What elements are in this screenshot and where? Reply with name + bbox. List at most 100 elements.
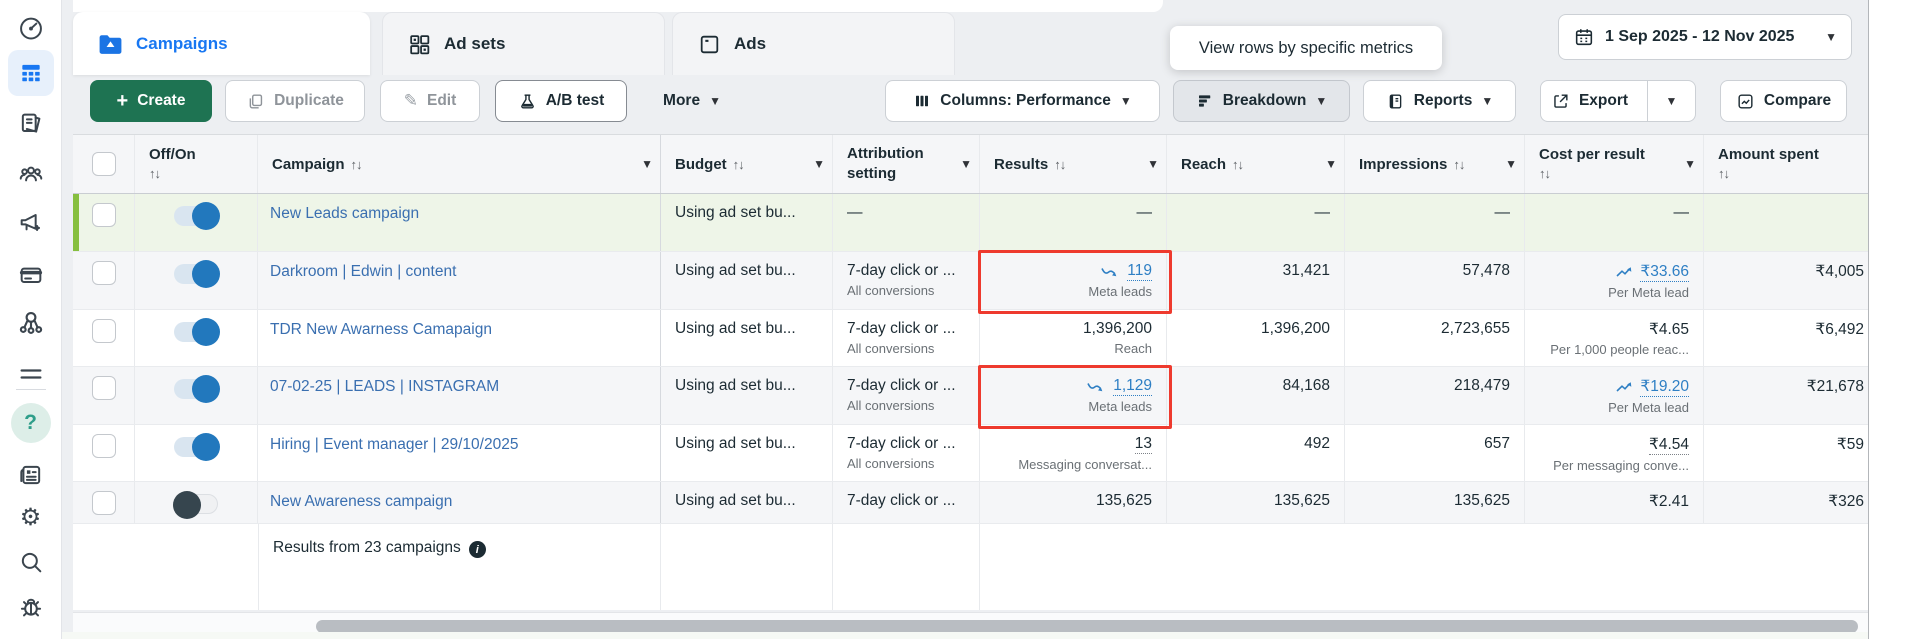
chevron-down-icon[interactable]: ▼ bbox=[641, 157, 653, 171]
chevron-down-icon[interactable]: ▼ bbox=[813, 157, 825, 171]
campaign-name-link[interactable]: New Awareness campaign bbox=[258, 482, 452, 511]
campaign-name-link[interactable]: Darkroom | Edwin | content bbox=[258, 252, 456, 281]
horizontal-scrollbar-track[interactable] bbox=[73, 612, 1868, 632]
adsets-grid-icon bbox=[407, 32, 432, 57]
attribution-sub: All conversions bbox=[833, 280, 979, 298]
results-value[interactable]: 13 bbox=[1135, 435, 1152, 454]
cost-per-result-value[interactable]: ₹33.66 bbox=[1640, 262, 1689, 282]
cost-per-result-sub: Per Meta lead bbox=[1525, 282, 1703, 300]
campaign-toggle[interactable] bbox=[174, 206, 218, 226]
news-icon[interactable] bbox=[16, 460, 46, 490]
campaign-name-link[interactable]: New Leads campaign bbox=[258, 194, 419, 223]
campaign-toggle[interactable] bbox=[174, 494, 218, 514]
column-header-off-on[interactable]: Off/On↑↓ bbox=[135, 135, 258, 193]
row-checkbox[interactable] bbox=[92, 261, 116, 285]
campaign-toggle[interactable] bbox=[174, 437, 218, 457]
billing-card-icon[interactable] bbox=[16, 260, 46, 290]
budget-value: Using ad set bu... bbox=[661, 310, 832, 338]
compare-button[interactable]: Compare bbox=[1720, 80, 1847, 122]
cost-per-result-value[interactable]: ₹4.54 bbox=[1649, 435, 1689, 455]
top-white-strip bbox=[73, 0, 1163, 12]
breakdown-button[interactable]: Breakdown ▼ bbox=[1173, 80, 1350, 122]
row-checkbox[interactable] bbox=[92, 491, 116, 515]
chevron-down-icon[interactable]: ▼ bbox=[1684, 157, 1696, 171]
date-range-picker[interactable]: 1 Sep 2025 - 12 Nov 2025 ▼ bbox=[1558, 14, 1852, 60]
campaign-toggle[interactable] bbox=[174, 379, 218, 399]
bug-icon[interactable] bbox=[16, 592, 46, 622]
create-button[interactable]: + Create bbox=[90, 80, 212, 122]
gear-icon[interactable]: ⚙ bbox=[16, 502, 46, 532]
search-icon[interactable] bbox=[16, 547, 46, 577]
chevron-down-icon: ▼ bbox=[709, 94, 721, 108]
pages-icon[interactable] bbox=[16, 109, 46, 139]
duplicate-button[interactable]: Duplicate bbox=[225, 80, 365, 122]
column-header-reach[interactable]: Reach↑↓ ▼ bbox=[1167, 135, 1345, 193]
row-checkbox[interactable] bbox=[92, 203, 116, 227]
tab-adsets[interactable]: Ad sets bbox=[382, 12, 665, 75]
campaign-name-link[interactable]: Hiring | Event manager | 29/10/2025 bbox=[258, 425, 518, 454]
column-header-budget[interactable]: Budget↑↓ ▼ bbox=[661, 135, 833, 193]
reach-value: — bbox=[1167, 194, 1344, 222]
column-header-campaign[interactable]: Campaign↑↓ ▼ bbox=[258, 135, 661, 193]
table-row[interactable]: New Awareness campaign Using ad set bu..… bbox=[73, 482, 1868, 524]
campaign-name-link[interactable]: TDR New Awarness Camapaign bbox=[258, 310, 492, 339]
tab-adsets-label: Ad sets bbox=[444, 34, 505, 54]
audiences-icon[interactable] bbox=[16, 159, 46, 189]
assets-hierarchy-icon[interactable] bbox=[15, 307, 47, 339]
table-row[interactable]: TDR New Awarness Camapaign Using ad set … bbox=[73, 310, 1868, 367]
tab-ads[interactable]: Ads bbox=[672, 12, 955, 75]
amount-spent-value: ₹326 bbox=[1704, 482, 1868, 511]
table-row[interactable]: 07-02-25 | LEADS | INSTAGRAM Using ad se… bbox=[73, 367, 1868, 425]
reach-value: 135,625 bbox=[1167, 482, 1344, 510]
row-checkbox[interactable] bbox=[92, 319, 116, 343]
export-button[interactable]: Export bbox=[1541, 81, 1638, 121]
sort-icon: ↑↓ bbox=[1539, 166, 1645, 182]
table-header-row: Off/On↑↓ Campaign↑↓ ▼ Budget↑↓ ▼ Attribu… bbox=[73, 135, 1868, 194]
flask-icon bbox=[518, 92, 537, 111]
impressions-value: 218,479 bbox=[1345, 367, 1524, 395]
chevron-down-icon[interactable]: ▼ bbox=[960, 157, 972, 171]
breakdown-icon bbox=[1196, 92, 1214, 110]
column-header-impressions[interactable]: Impressions↑↓ ▼ bbox=[1345, 135, 1525, 193]
column-header-attribution[interactable]: Attributionsetting ▼ bbox=[833, 135, 980, 193]
row-checkbox[interactable] bbox=[92, 434, 116, 458]
campaign-toggle[interactable] bbox=[174, 322, 218, 342]
reports-button[interactable]: Reports ▼ bbox=[1363, 80, 1516, 122]
megaphone-icon[interactable] bbox=[16, 207, 46, 237]
chevron-down-icon[interactable]: ▼ bbox=[1147, 157, 1159, 171]
column-header-cost-per-result[interactable]: Cost per result↑↓ ▼ bbox=[1525, 135, 1704, 193]
export-dropdown[interactable]: ▼ bbox=[1647, 81, 1695, 121]
campaign-toggle[interactable] bbox=[174, 264, 218, 284]
column-header-amount-spent[interactable]: Amount spent↑↓ bbox=[1704, 135, 1868, 193]
sort-icon: ↑↓ bbox=[1054, 157, 1065, 172]
export-button-group: Export ▼ bbox=[1540, 80, 1696, 122]
sort-icon: ↑↓ bbox=[1453, 157, 1464, 172]
toggle-knob bbox=[173, 491, 201, 519]
cost-per-result-value[interactable]: ₹19.20 bbox=[1640, 377, 1689, 397]
table-row[interactable]: Hiring | Event manager | 29/10/2025 Usin… bbox=[73, 425, 1868, 482]
sort-icon: ↑↓ bbox=[149, 166, 196, 182]
results-sub: Reach bbox=[980, 338, 1166, 356]
campaign-name-link[interactable]: 07-02-25 | LEADS | INSTAGRAM bbox=[258, 367, 499, 396]
help-icon[interactable]: ? bbox=[11, 403, 51, 443]
info-icon[interactable]: i bbox=[469, 541, 486, 558]
menu-icon[interactable] bbox=[16, 362, 46, 386]
columns-button[interactable]: Columns: Performance ▼ bbox=[885, 80, 1160, 122]
chevron-down-icon: ▼ bbox=[1120, 94, 1132, 108]
chevron-down-icon[interactable]: ▼ bbox=[1505, 157, 1517, 171]
attribution-sub: All conversions bbox=[833, 395, 979, 413]
gauge-icon[interactable] bbox=[16, 13, 46, 43]
row-checkbox[interactable] bbox=[92, 376, 116, 400]
columns-label: Columns: Performance bbox=[940, 92, 1111, 110]
select-all-checkbox[interactable] bbox=[92, 152, 116, 176]
column-header-results[interactable]: Results↑↓ ▼ bbox=[980, 135, 1167, 193]
campaigns-grid-icon[interactable] bbox=[8, 50, 54, 96]
tab-campaigns[interactable]: Campaigns bbox=[73, 12, 370, 75]
ab-test-button[interactable]: A/B test bbox=[495, 80, 627, 122]
table-row[interactable]: Darkroom | Edwin | content Using ad set … bbox=[73, 252, 1868, 310]
more-button[interactable]: More ▼ bbox=[649, 80, 735, 122]
edit-button[interactable]: ✎ Edit bbox=[380, 80, 480, 122]
table-row[interactable]: New Leads campaign Using ad set bu... — … bbox=[73, 194, 1868, 252]
attribution-value: — bbox=[833, 194, 979, 222]
chevron-down-icon[interactable]: ▼ bbox=[1325, 157, 1337, 171]
